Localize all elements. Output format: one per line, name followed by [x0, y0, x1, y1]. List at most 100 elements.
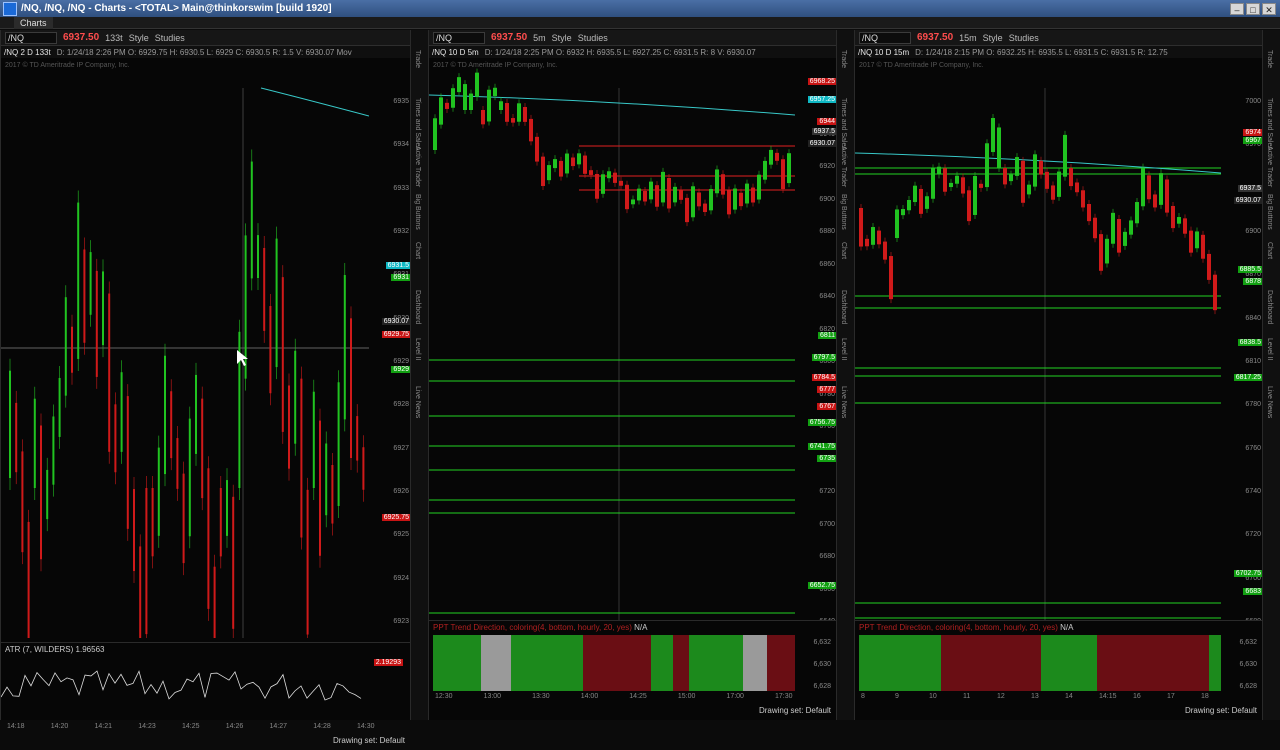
price-tag: 6777 [817, 386, 837, 393]
price-tag: 6929 [391, 366, 411, 373]
side-tab[interactable]: Times and Sales [840, 98, 847, 150]
price-tag: 6735 [817, 455, 837, 462]
chart-label: /NQ 10 D 5m [432, 47, 479, 57]
study-tick: 6,630 [1239, 661, 1257, 668]
price-tick: 6933 [393, 184, 409, 192]
side-tab[interactable]: Live News [1266, 386, 1273, 418]
price-tag: 6968.25 [807, 78, 837, 85]
price-axis[interactable]: 6935693469336932693169306929692869276926… [369, 58, 411, 638]
trend-bar [767, 635, 795, 691]
style-menu[interactable]: Style [552, 33, 572, 43]
side-tab[interactable]: Trade [414, 50, 421, 68]
chart-label: /NQ 2 D 133t [4, 47, 51, 57]
interval-selector[interactable]: 5m [533, 33, 546, 43]
side-tab[interactable]: Live News [840, 386, 847, 418]
side-tab[interactable]: Dashboard [1266, 290, 1273, 324]
moving-average [260, 87, 369, 117]
price-axis[interactable]: 6960694069206900688068606840682068006780… [795, 58, 837, 638]
price-tick: 6926 [393, 488, 409, 495]
price-tick: 6860 [819, 260, 835, 268]
side-tab[interactable]: Big Buttons [840, 194, 847, 230]
price-chart[interactable] [1, 58, 369, 638]
price-tag: 6885.5 [1237, 266, 1263, 273]
trend-bar [673, 635, 689, 691]
style-menu[interactable]: Style [983, 33, 1003, 43]
close-button[interactable]: ✕ [1262, 2, 1276, 15]
symbol-input[interactable]: /NQ [433, 31, 485, 44]
trend-bar [583, 635, 651, 691]
side-tab[interactable]: Big Buttons [414, 194, 421, 230]
side-tab[interactable]: Active Trader [414, 146, 421, 187]
studies-menu[interactable]: Studies [578, 33, 608, 43]
trend-histogram [433, 635, 795, 691]
price-tag: 6931.5 [385, 262, 411, 269]
side-tab[interactable]: Big Buttons [1266, 194, 1273, 230]
drawing-set-status[interactable]: Drawing set: Default [1, 736, 409, 750]
price-tick: 6934 [393, 141, 409, 149]
price-chart[interactable] [855, 58, 1221, 638]
price-axis[interactable]: 7000697069406900687068406810678067606740… [1221, 58, 1263, 638]
app-icon [3, 1, 17, 16]
drawing-set-status[interactable]: Drawing set: Default [855, 706, 1261, 720]
price-tag: 6878 [1243, 278, 1263, 285]
price-tick: 6935 [393, 98, 409, 105]
interval-selector[interactable]: 15m [959, 33, 977, 43]
price-tick: 6760 [1245, 444, 1261, 452]
side-tab[interactable]: Dashboard [840, 290, 847, 324]
studies-menu[interactable]: Studies [1009, 33, 1039, 43]
price-tick: 6700 [819, 520, 835, 528]
symbol-input[interactable]: /NQ [859, 31, 911, 44]
price-tag: 6811 [817, 332, 837, 339]
side-tab[interactable]: Live News [414, 386, 421, 418]
study-axis: 6,632 6,630 6,628 [1223, 635, 1263, 691]
time-tick: 13 [1031, 693, 1039, 700]
side-tabs-1: Trade Times and Sales Active Trader Big But… [410, 30, 428, 720]
price-tag: 6784.5 [811, 374, 837, 381]
price-chart[interactable] [429, 58, 795, 638]
study-label: ATR (7, WILDERS) 1.96563 [5, 645, 105, 654]
trend-bar [651, 635, 673, 691]
chart-panel-3: /NQ 6937.50 15m Style Studies /NQ 10 D 1… [854, 30, 1263, 720]
side-tab[interactable]: Dashboard [414, 290, 421, 324]
side-tab[interactable]: Trade [1266, 50, 1273, 68]
maximize-button[interactable]: □ [1246, 2, 1260, 15]
style-menu[interactable]: Style [129, 33, 149, 43]
price-tag: 6967 [1243, 137, 1263, 144]
side-tab[interactable]: Level II [414, 338, 421, 361]
trend-bar [859, 635, 941, 691]
time-tick: 17 [1167, 693, 1175, 700]
side-tab[interactable]: Active Trader [840, 146, 847, 187]
interval-selector[interactable]: 133t [105, 33, 123, 43]
time-tick: 14:15 [1099, 693, 1117, 700]
side-tab[interactable]: Chart [840, 242, 847, 259]
side-tab[interactable]: Active Trader [1266, 146, 1273, 187]
trend-bar [743, 635, 767, 691]
time-tick: 14:23 [138, 723, 156, 730]
time-tick: 14:27 [269, 723, 288, 730]
last-price: 6937.50 [63, 32, 100, 43]
symbol-input[interactable]: /NQ [5, 31, 57, 44]
price-tick: 6720 [819, 488, 835, 495]
price-tag: 6930.07 [807, 140, 837, 147]
price-tag: 6797.5 [811, 354, 837, 361]
price-tick: 6840 [819, 293, 835, 300]
side-tab[interactable]: Times and Sales [414, 98, 421, 150]
side-tab[interactable]: Times and Sales [1266, 98, 1273, 150]
drawing-set-status[interactable]: Drawing set: Default [429, 706, 835, 720]
minimize-button[interactable]: – [1230, 2, 1244, 15]
side-tab[interactable]: Level II [1266, 338, 1273, 361]
trend-bar [941, 635, 1041, 691]
side-tab[interactable]: Level II [840, 338, 847, 361]
price-tick: 6924 [393, 574, 409, 582]
lower-study-pane: ATR (7, WILDERS) 1.96563 2.19293 [1, 642, 411, 712]
price-tick: 6920 [819, 163, 835, 170]
tab-charts[interactable]: Charts [14, 17, 53, 29]
studies-menu[interactable]: Studies [155, 33, 185, 43]
price-tag: 6683 [1243, 588, 1263, 595]
study-label: PPT Trend Direction, coloring(4, bottom,… [433, 623, 648, 632]
side-tab[interactable]: Chart [1266, 242, 1273, 259]
price-tag: 6930.07 [1233, 197, 1263, 204]
bar-info: /NQ 10 D 5m D: 1/24/18 2:25 PM O: 6932 H… [429, 46, 836, 58]
side-tab[interactable]: Trade [840, 50, 847, 68]
side-tab[interactable]: Chart [414, 242, 421, 259]
